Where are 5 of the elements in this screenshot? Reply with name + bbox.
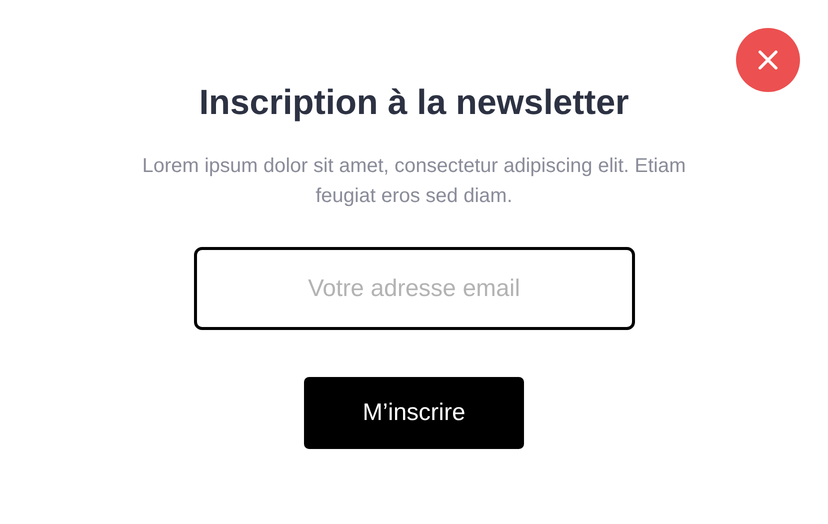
description-text: Lorem ipsum dolor sit amet, consectetur adipiscing elit. Etiam feugiat eros sed diam. — [141, 154, 687, 209]
dialog-title: Inscription à la newsletter — [199, 82, 629, 124]
close-icon — [758, 50, 778, 70]
subscribe-button[interactable]: M’inscrire — [304, 377, 524, 449]
email-field[interactable]: Votre adresse email — [194, 247, 634, 330]
